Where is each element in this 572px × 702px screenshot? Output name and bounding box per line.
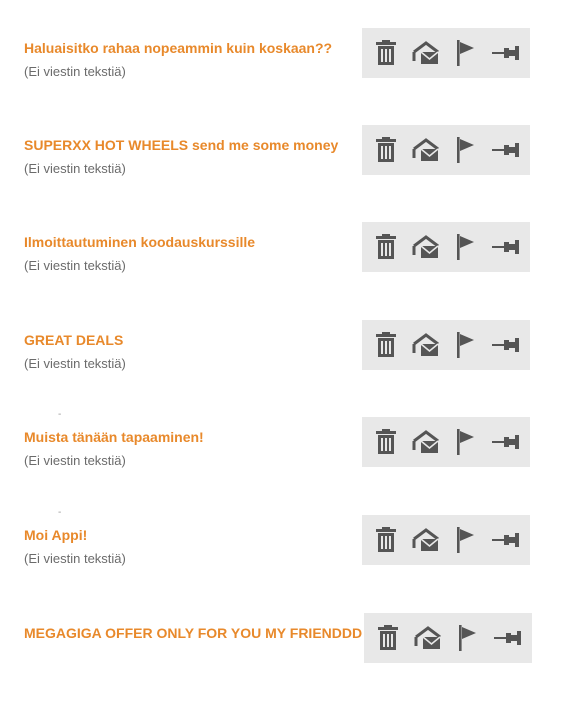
mark-read-button[interactable] xyxy=(411,525,441,555)
pin-icon xyxy=(494,631,522,645)
message-actions xyxy=(362,417,530,467)
message-preview: (Ei viestin tekstiä) xyxy=(24,258,126,273)
pin-button[interactable] xyxy=(491,330,521,360)
message-preview: (Ei viestin tekstiä) xyxy=(24,356,126,371)
pin-icon xyxy=(492,46,520,60)
flag-button[interactable] xyxy=(451,232,481,262)
message-actions xyxy=(362,320,530,370)
message-subject[interactable]: SUPERXX HOT WHEELS send me some money xyxy=(24,137,338,153)
message-actions xyxy=(362,515,530,565)
message-subject[interactable]: Ilmoittautuminen koodauskurssille xyxy=(24,234,255,250)
message-subject[interactable]: MEGAGIGA OFFER ONLY FOR YOU MY FRIENDDD xyxy=(24,625,362,641)
pin-icon xyxy=(492,533,520,547)
trash-icon xyxy=(376,429,396,455)
message-subject[interactable]: Moi Appi! xyxy=(24,527,87,543)
dash-marker: - xyxy=(58,409,62,420)
flag-icon xyxy=(456,234,476,260)
message-subject[interactable]: Haluaisitko rahaa nopeammin kuin koskaan… xyxy=(24,40,332,56)
message-subject[interactable]: Muista tänään tapaaminen! xyxy=(24,429,204,445)
delete-button[interactable] xyxy=(371,330,401,360)
mark-read-button[interactable] xyxy=(411,330,441,360)
message-actions xyxy=(362,28,530,78)
flag-button[interactable] xyxy=(453,623,483,653)
flag-button[interactable] xyxy=(451,38,481,68)
pin-button[interactable] xyxy=(491,38,521,68)
flag-icon xyxy=(456,332,476,358)
mark-read-button[interactable] xyxy=(411,427,441,457)
mark-read-icon xyxy=(412,430,440,454)
delete-button[interactable] xyxy=(371,38,401,68)
pin-icon xyxy=(492,143,520,157)
flag-button[interactable] xyxy=(451,525,481,555)
delete-button[interactable] xyxy=(371,232,401,262)
mark-read-icon xyxy=(412,528,440,552)
mark-read-icon xyxy=(412,138,440,162)
flag-button[interactable] xyxy=(451,135,481,165)
dash-marker: - xyxy=(58,507,62,518)
pin-icon xyxy=(492,435,520,449)
mark-read-button[interactable] xyxy=(411,232,441,262)
mark-read-icon xyxy=(412,235,440,259)
pin-button[interactable] xyxy=(493,623,523,653)
flag-button[interactable] xyxy=(451,427,481,457)
flag-icon xyxy=(458,625,478,651)
pin-icon xyxy=(492,240,520,254)
mark-read-icon xyxy=(412,333,440,357)
message-preview: (Ei viestin tekstiä) xyxy=(24,64,126,79)
message-preview: (Ei viestin tekstiä) xyxy=(24,551,126,566)
delete-button[interactable] xyxy=(371,427,401,457)
mark-read-icon xyxy=(414,626,442,650)
delete-button[interactable] xyxy=(371,135,401,165)
pin-button[interactable] xyxy=(491,525,521,555)
trash-icon xyxy=(376,234,396,260)
flag-icon xyxy=(456,40,476,66)
pin-icon xyxy=(492,338,520,352)
flag-icon xyxy=(456,137,476,163)
message-preview: (Ei viestin tekstiä) xyxy=(24,161,126,176)
trash-icon xyxy=(378,625,398,651)
mark-read-button[interactable] xyxy=(411,135,441,165)
trash-icon xyxy=(376,137,396,163)
trash-icon xyxy=(376,40,396,66)
delete-button[interactable] xyxy=(371,525,401,555)
mark-read-button[interactable] xyxy=(411,38,441,68)
trash-icon xyxy=(376,332,396,358)
trash-icon xyxy=(376,527,396,553)
pin-button[interactable] xyxy=(491,135,521,165)
flag-icon xyxy=(456,527,476,553)
message-preview: (Ei viestin tekstiä) xyxy=(24,453,126,468)
message-subject[interactable]: GREAT DEALS xyxy=(24,332,123,348)
delete-button[interactable] xyxy=(373,623,403,653)
message-actions xyxy=(362,125,530,175)
message-actions xyxy=(364,613,532,663)
pin-button[interactable] xyxy=(491,232,521,262)
mark-read-icon xyxy=(412,41,440,65)
mark-read-button[interactable] xyxy=(413,623,443,653)
flag-icon xyxy=(456,429,476,455)
message-actions xyxy=(362,222,530,272)
flag-button[interactable] xyxy=(451,330,481,360)
pin-button[interactable] xyxy=(491,427,521,457)
